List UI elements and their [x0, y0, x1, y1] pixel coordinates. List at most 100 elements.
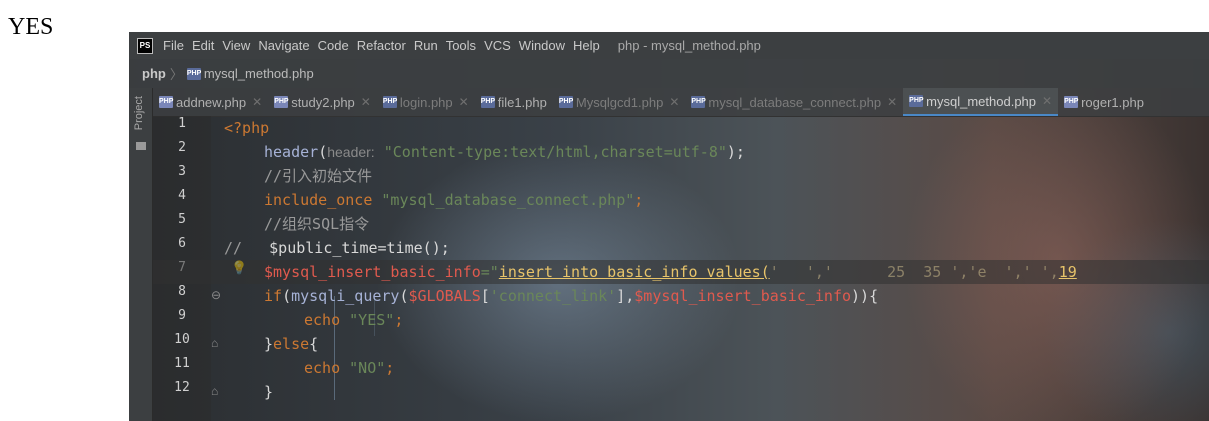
menu-view[interactable]: View [218, 38, 254, 53]
menu-bar: PS File Edit View Navigate Code Refactor… [129, 32, 1209, 59]
token-keyword: if [264, 287, 283, 305]
window-title: php - mysql_method.php [617, 38, 761, 53]
token-variable: $mysql_insert_basic_info [264, 263, 481, 281]
close-icon[interactable]: ✕ [669, 95, 679, 109]
tab-login[interactable]: PHP login.php ✕ [377, 88, 475, 116]
close-icon[interactable]: ✕ [361, 95, 371, 109]
fold-icon[interactable]: ⌂ [211, 384, 218, 398]
token-punct: ], [616, 287, 635, 305]
redacted-values: ' ',' 25 35 ','e ',' ', [769, 263, 1059, 281]
token-punct: { [309, 335, 319, 353]
line-number: 8 [178, 284, 186, 299]
code-line-1: <?php [224, 116, 269, 140]
code-line-12: } [264, 380, 273, 404]
tab-label: login.php [399, 94, 453, 110]
folder-icon[interactable] [136, 142, 146, 150]
tool-window-sidebar: Project [129, 88, 153, 421]
token-string: "mysql_database_connect.php" [381, 191, 635, 209]
token-comment: // [224, 239, 243, 257]
fold-icon[interactable]: ⊖ [211, 288, 221, 302]
menu-window[interactable]: Window [515, 38, 569, 53]
php-file-icon: PHP [558, 96, 573, 108]
token-punct: [ [480, 287, 490, 305]
token-string: 'connect_link' [489, 287, 617, 305]
php-file-icon: PHP [382, 96, 397, 108]
tab-label: mysql_method.php [926, 93, 1037, 109]
token-punct: ; [385, 359, 395, 377]
token-function: header [264, 143, 319, 161]
line-number: 5 [178, 212, 186, 227]
close-icon[interactable]: ✕ [252, 95, 262, 109]
tab-roger1[interactable]: PHP roger1.php [1058, 88, 1150, 116]
tab-label: Mysqlgcd1.php [575, 94, 664, 110]
token-comment: //组织SQL指令 [264, 215, 370, 233]
code-line-5: //组织SQL指令 [264, 212, 369, 236]
php-open-tag: <?php [224, 119, 270, 137]
code-line-8: if(mysqli_query($GLOBALS['connect_link']… [264, 284, 878, 308]
token-keyword: echo [304, 311, 341, 329]
token-punct: =" [480, 263, 499, 281]
menu-navigate[interactable]: Navigate [254, 38, 313, 53]
token-punct: ( [399, 287, 409, 305]
line-number: 11 [174, 356, 190, 371]
php-file-icon: PHP [274, 96, 289, 108]
code-line-11: echo "NO"; [304, 356, 394, 380]
token-sql: insert into basic_info values( [498, 263, 770, 281]
tab-addnew[interactable]: PHP addnew.php ✕ [153, 88, 268, 116]
breadcrumb-file[interactable]: mysql_method.php [204, 66, 314, 81]
code-line-6: // $public_time=time(); [224, 236, 450, 260]
token-keyword: echo [304, 359, 341, 377]
breadcrumb: php 〉 PHP mysql_method.php [129, 59, 1209, 88]
tab-mysql-database-connect[interactable]: PHP mysql_database_connect.php ✕ [685, 88, 903, 116]
php-file-icon: PHP [480, 96, 495, 108]
line-number: 6 [178, 236, 186, 251]
code-line-2: header(header: "Content-type:text/html,c… [264, 140, 745, 164]
php-file-icon: PHP [909, 95, 924, 107]
code-editor[interactable]: <?php header(header: "Content-type:text/… [153, 116, 1209, 421]
php-file-icon: PHP [1064, 96, 1078, 108]
token-punct: ( [282, 287, 292, 305]
line-number: 2 [178, 140, 186, 155]
tab-label: roger1.php [1081, 94, 1144, 110]
token-keyword: include_once [264, 191, 373, 209]
close-icon[interactable]: ✕ [459, 95, 469, 109]
breadcrumb-separator: 〉 [169, 67, 183, 82]
breadcrumb-root[interactable]: php [142, 66, 166, 81]
tab-label: study2.php [291, 94, 355, 110]
token-punct: } [264, 383, 274, 401]
tab-mysql-method[interactable]: PHP mysql_method.php ✕ [903, 88, 1059, 116]
line-number: 12 [174, 380, 190, 395]
menu-edit[interactable]: Edit [188, 38, 218, 53]
menu-refactor[interactable]: Refactor [353, 38, 410, 53]
menu-vcs[interactable]: VCS [480, 38, 515, 53]
page-output-text: YES [8, 14, 54, 40]
php-file-icon: PHP [691, 96, 706, 108]
tab-file1[interactable]: PHP file1.php [475, 88, 553, 116]
tab-mysqlgcd1[interactable]: PHP Mysqlgcd1.php ✕ [553, 88, 686, 116]
menu-file[interactable]: File [159, 38, 188, 53]
line-number: 9 [178, 308, 186, 323]
close-icon[interactable]: ✕ [887, 95, 897, 109]
token-variable: $mysql_insert_basic_info [634, 287, 852, 305]
menu-run[interactable]: Run [410, 38, 442, 53]
line-number: 4 [178, 188, 186, 203]
token-punct: )){ [851, 287, 879, 305]
tab-label: file1.php [497, 94, 547, 110]
fold-icon[interactable]: ⌂ [211, 336, 218, 350]
token-punct: ); [726, 143, 745, 161]
tab-label: mysql_database_connect.php [708, 94, 882, 110]
line-number: 1 [178, 116, 186, 131]
code-line-10: }else{ [264, 332, 318, 356]
editor-tabs: PHP addnew.php ✕ PHP study2.php ✕ PHP lo… [153, 88, 1209, 117]
token-punct: ; [634, 191, 644, 209]
ide-window: PS File Edit View Navigate Code Refactor… [129, 32, 1209, 421]
parameter-hint: header: [327, 144, 375, 160]
close-icon[interactable]: ✕ [1042, 94, 1052, 108]
token-punct: ( [318, 143, 328, 161]
project-tool-tab[interactable]: Project [133, 96, 145, 130]
menu-help[interactable]: Help [569, 38, 604, 53]
tab-study2[interactable]: PHP study2.php ✕ [268, 88, 377, 116]
menu-tools[interactable]: Tools [442, 38, 480, 53]
token-code: $public_time=time(); [269, 239, 450, 257]
menu-code[interactable]: Code [314, 38, 353, 53]
